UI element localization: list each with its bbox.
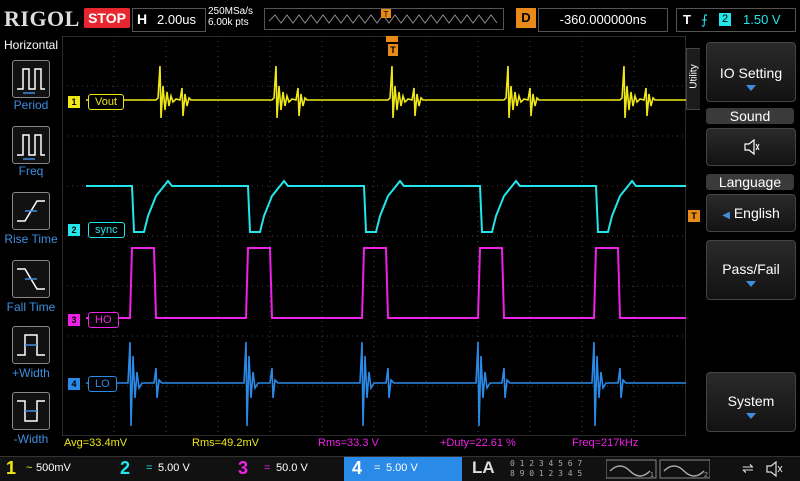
ch4-coupling: =: [374, 462, 381, 474]
fall-time-label: Fall Time: [6, 300, 56, 314]
trigger-label: T: [683, 12, 691, 27]
chevron-down-icon: [746, 413, 756, 419]
io-setting-button[interactable]: IO Setting: [706, 42, 796, 102]
neg-width-icon: [17, 400, 45, 422]
ch1-label: Vout: [88, 94, 125, 110]
sample-rate: 250MSa/s: [208, 6, 254, 17]
delay-value[interactable]: -360.000000ns: [538, 8, 668, 32]
ch1-ground-marker[interactable]: 1: [68, 96, 80, 108]
ch1-scale[interactable]: 500mV: [36, 462, 71, 474]
trigger-position-top-marker[interactable]: [386, 36, 398, 42]
ch2-ground-marker[interactable]: 2: [68, 224, 80, 236]
sound-title: Sound: [706, 108, 794, 124]
ch2-coupling: =: [146, 462, 153, 474]
period-label: Period: [13, 98, 49, 112]
ch2-number[interactable]: 2: [120, 458, 130, 479]
trigger-box[interactable]: T ⨍ 2 1.50 V: [676, 8, 796, 32]
pos-width-label: +Width: [12, 366, 50, 380]
ch2-label: sync: [88, 222, 125, 238]
timebase-value: 2.00us: [157, 12, 197, 27]
pass-fail-button[interactable]: Pass/Fail: [706, 240, 796, 300]
source-waveform-icons[interactable]: 1 2: [606, 459, 710, 479]
pos-width-button[interactable]: [12, 326, 50, 364]
digital-row-2: 8 9 0 1 2 3 4 5: [510, 469, 583, 478]
digital-channels[interactable]: 0 1 2 3 4 5 6 7 8 9 0 1 2 3 4 5: [510, 459, 582, 479]
waveform-overview-icon: T: [268, 9, 498, 24]
ch3-coupling: =: [264, 462, 271, 474]
usb-icon: ⇌: [742, 460, 754, 476]
ch3-label: HO: [88, 312, 119, 328]
rise-time-icon: [17, 200, 45, 222]
rise-time-label: Rise Time: [4, 232, 58, 246]
chevron-left-icon: ◀: [722, 210, 730, 221]
neg-width-label: -Width: [13, 432, 49, 446]
system-button[interactable]: System: [706, 372, 796, 432]
ch4-ground-marker[interactable]: 4: [68, 378, 80, 390]
measure-avg: Avg=33.4mV: [64, 437, 128, 449]
waveform-display[interactable]: [62, 36, 686, 436]
io-setting-label: IO Setting: [719, 65, 783, 81]
ch3-scale[interactable]: 50.0 V: [276, 462, 308, 474]
speaker-muted-icon[interactable]: [764, 459, 784, 479]
menu-title: Horizontal: [3, 38, 59, 52]
system-label: System: [727, 393, 775, 409]
acquisition-info: 250MSa/s 6.00k pts: [208, 6, 253, 28]
period-icon: [17, 68, 45, 94]
run-stop-status[interactable]: STOP: [84, 8, 130, 28]
digital-row-1: 0 1 2 3 4 5 6 7: [510, 459, 583, 468]
measurement-bar: Avg=33.4mV Rms=49.2mV Rms=33.3 V +Duty=2…: [62, 437, 686, 451]
pos-width-icon: [17, 334, 45, 356]
fall-time-icon: [17, 268, 45, 290]
svg-text:2: 2: [704, 472, 708, 479]
chevron-down-icon: [746, 281, 756, 287]
horizontal-measure-menu: Horizontal Period Freq Rise Time Fall Ti…: [0, 36, 62, 458]
ch4-status-box[interactable]: 4 = 5.00 V: [344, 457, 462, 481]
ch1-number[interactable]: 1: [6, 458, 16, 479]
timebase-label: H: [137, 11, 148, 27]
trigger-level-marker[interactable]: T: [688, 210, 700, 222]
ch3-ground-marker[interactable]: 3: [68, 314, 80, 326]
measure-duty: +Duty=22.61 %: [440, 437, 516, 449]
delay-label: D: [516, 8, 536, 28]
top-status-bar: RIGOL STOP H 2.00us 250MSa/s 6.00k pts T…: [0, 0, 800, 36]
fall-time-button[interactable]: [12, 260, 50, 298]
freq-icon: [17, 134, 45, 160]
ch4-scale: 5.00 V: [386, 462, 418, 474]
trigger-position-marker: T: [384, 10, 389, 19]
brand-logo: RIGOL: [4, 6, 80, 31]
freq-button[interactable]: [12, 126, 50, 164]
language-value: English: [733, 205, 780, 221]
pass-fail-label: Pass/Fail: [722, 261, 780, 277]
trigger-edge-icon: ⨍: [701, 12, 708, 27]
la-label[interactable]: LA: [472, 458, 495, 478]
rise-time-button[interactable]: [12, 192, 50, 230]
measure-rms-ch1: Rms=49.2mV: [192, 437, 259, 449]
utility-menu: IO Setting Sound Language ◀ English Pass…: [700, 36, 800, 458]
ch1-coupling: ~: [26, 462, 33, 474]
trigger-position-bar[interactable]: T: [264, 8, 504, 30]
ch4-label: LO: [88, 376, 117, 392]
ch2-scale[interactable]: 5.00 V: [158, 462, 190, 474]
timebase-box[interactable]: H 2.00us: [132, 8, 206, 32]
trigger-source: 2: [719, 13, 731, 26]
utility-tab-label: Utility: [688, 64, 700, 89]
language-title: Language: [706, 174, 794, 190]
neg-width-button[interactable]: [12, 392, 50, 430]
measure-freq: Freq=217kHz: [572, 437, 639, 449]
sound-button[interactable]: [706, 128, 796, 166]
freq-label: Freq: [18, 164, 44, 178]
ch4-number: 4: [352, 458, 363, 478]
channel-status-bar: 1 ~ 500mV 2 = 5.00 V 3 = 50.0 V 4 = 5.00…: [0, 456, 800, 481]
measure-rms-ch3: Rms=33.3 V: [318, 437, 379, 449]
trigger-level: 1.50 V: [743, 12, 781, 27]
ch3-number[interactable]: 3: [238, 458, 248, 479]
period-button[interactable]: [12, 60, 50, 98]
trigger-time-marker: T: [388, 44, 398, 56]
language-button[interactable]: ◀ English: [706, 194, 796, 232]
svg-text:1: 1: [650, 472, 654, 479]
speaker-icon: [744, 138, 760, 156]
chevron-down-icon: [746, 85, 756, 91]
memory-depth: 6.00k pts: [208, 17, 249, 28]
